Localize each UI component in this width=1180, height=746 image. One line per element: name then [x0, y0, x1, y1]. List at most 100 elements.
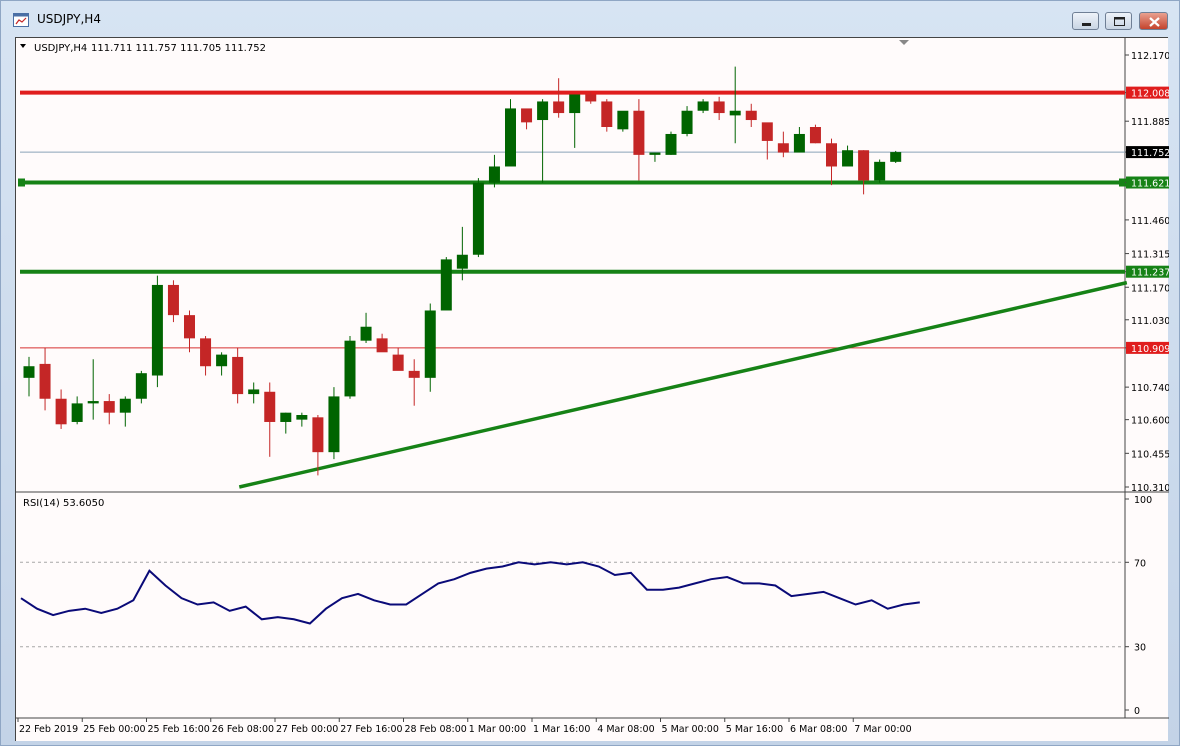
candle-body [826, 143, 837, 167]
candle[interactable] [569, 94, 581, 148]
candle[interactable] [264, 382, 276, 457]
candle[interactable] [39, 347, 51, 411]
candle[interactable] [858, 150, 870, 195]
candle[interactable] [809, 124, 821, 144]
rsi-line[interactable] [20, 561, 920, 625]
candle[interactable] [681, 106, 693, 137]
candle[interactable] [665, 131, 677, 155]
candle-body [697, 101, 709, 111]
candle[interactable] [874, 159, 886, 183]
candle-body [633, 110, 645, 155]
time-label: 22 Feb 2019 [19, 724, 78, 735]
candle[interactable] [505, 99, 516, 167]
candle[interactable] [601, 99, 613, 132]
candle[interactable] [729, 66, 741, 144]
candle[interactable] [360, 312, 372, 343]
candle[interactable] [280, 412, 292, 434]
level-handle-left[interactable] [18, 178, 25, 187]
candle[interactable] [151, 275, 163, 388]
main-panel [16, 38, 1169, 719]
candle-body [777, 143, 789, 153]
candle-body [858, 150, 870, 181]
candle[interactable] [472, 178, 484, 258]
candle-body [71, 403, 83, 422]
candle[interactable] [890, 150, 902, 163]
candle[interactable] [167, 280, 179, 323]
chart-header-ohlc: 111.711 111.757 111.705 111.752 [91, 43, 266, 54]
trendline[interactable] [238, 280, 1128, 489]
price-label: 110.740 [1131, 383, 1169, 394]
minimize-button[interactable] [1072, 12, 1099, 30]
level-handle-right[interactable] [1119, 178, 1126, 187]
candle[interactable] [200, 336, 212, 376]
maximize-button[interactable] [1105, 12, 1132, 30]
candle[interactable] [392, 347, 404, 371]
candle-body [167, 284, 179, 316]
candle[interactable] [23, 356, 35, 397]
rsi-panel: 100 70 30 0 [20, 495, 1152, 717]
minimize-icon [1082, 23, 1091, 26]
candle[interactable] [521, 108, 533, 130]
candle-body [23, 366, 35, 378]
time-label: 27 Feb 00:00 [276, 724, 338, 735]
candle[interactable] [713, 96, 725, 121]
candle[interactable] [296, 412, 308, 427]
candle-body [135, 373, 147, 399]
candle-body [649, 152, 661, 155]
candle[interactable] [344, 336, 356, 399]
candle[interactable] [697, 99, 709, 114]
candle[interactable] [553, 78, 565, 118]
candle[interactable] [376, 333, 388, 353]
price-label: 111.460 [1131, 216, 1169, 227]
candle[interactable] [633, 99, 645, 181]
candle-body [344, 340, 356, 397]
candle-body [87, 401, 99, 404]
candle[interactable] [777, 131, 789, 158]
candle[interactable] [248, 382, 260, 404]
price-chart[interactable]: 100 70 30 0 112.170 112.008 111.885 111.752 111… [16, 38, 1170, 742]
candle[interactable] [55, 389, 67, 429]
rsi-tick-label: 70 [1134, 558, 1146, 569]
rsi-tick-label: 0 [1134, 706, 1140, 717]
candle-body [681, 110, 693, 134]
window-titlebar[interactable]: USDJPY,H4 [1, 1, 1179, 37]
candle[interactable] [826, 138, 837, 186]
price-label: 111.621 [1131, 179, 1169, 190]
candle[interactable] [71, 396, 83, 425]
candle[interactable] [184, 310, 195, 353]
candle[interactable] [761, 122, 773, 160]
chart-canvas[interactable]: 100 70 30 0 112.170 112.008 111.885 111.752 111… [15, 37, 1170, 742]
close-button[interactable] [1139, 12, 1168, 30]
candle[interactable] [103, 394, 115, 425]
candle[interactable] [87, 359, 99, 420]
candle[interactable] [119, 396, 131, 427]
candle[interactable] [842, 145, 854, 167]
chart-header-arrow-icon[interactable] [20, 44, 26, 48]
candle-body [456, 254, 468, 269]
candle[interactable] [537, 99, 549, 183]
candle-body [424, 310, 436, 378]
candle-body [248, 389, 260, 395]
candle-body [874, 161, 886, 181]
candle[interactable] [793, 127, 805, 153]
candle[interactable] [216, 352, 228, 376]
candle[interactable] [424, 303, 436, 392]
price-label: 110.600 [1131, 416, 1169, 427]
candle-body [585, 94, 597, 102]
candle[interactable] [408, 359, 420, 406]
candle-body [617, 110, 629, 130]
candle[interactable] [328, 387, 340, 460]
candle[interactable] [440, 257, 452, 311]
candle[interactable] [649, 152, 661, 162]
time-label: 4 Mar 08:00 [597, 724, 654, 735]
candle-body [505, 108, 516, 167]
shift-marker-icon[interactable] [899, 40, 909, 45]
candle-body [200, 338, 212, 367]
time-label: 5 Mar 00:00 [662, 724, 719, 735]
candle[interactable] [232, 347, 244, 404]
candle[interactable] [135, 370, 147, 404]
candle[interactable] [488, 154, 500, 188]
candle[interactable] [617, 110, 629, 132]
candle[interactable] [745, 103, 757, 127]
price-label: 110.909 [1131, 344, 1169, 355]
